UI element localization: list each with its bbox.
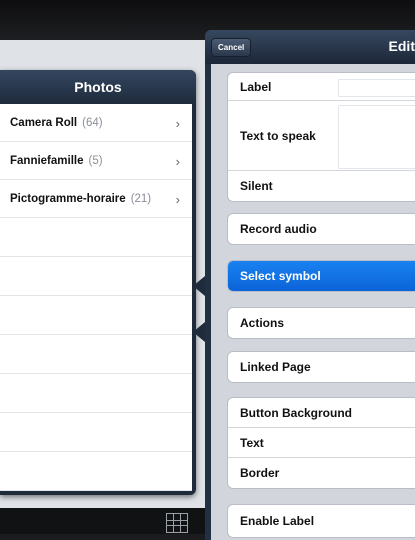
grid-icon[interactable] [166,513,188,533]
silent-label: Silent [240,179,273,193]
album-row-fanniefamille[interactable]: Fanniefamille (5) › [0,142,192,180]
button-background-label: Button Background [240,405,352,420]
empty-row [0,218,192,257]
label-input[interactable] [338,79,415,97]
select-symbol-label: Select symbol [240,269,321,283]
actions-row[interactable]: Actions [228,308,415,338]
text-to-speak-input[interactable] [338,105,415,169]
album-row-pictogramme-horaire[interactable]: Pictogramme-horaire (21) › [0,180,192,218]
empty-row [0,296,192,335]
appearance-group: Button Background Text Border [227,397,415,489]
select-symbol-group: Select symbol [227,260,415,292]
enable-label-row[interactable]: Enable Label [228,505,415,537]
album-count: (5) [88,154,103,167]
silent-row[interactable]: Silent [228,171,415,201]
record-audio-group: Record audio [227,213,415,245]
actions-group: Actions [227,307,415,339]
edit-header: Cancel Edit [205,30,415,64]
edit-form: Label Text to speak Silent Record audio … [211,64,415,540]
empty-row [0,374,192,413]
album-row-camera-roll[interactable]: Camera Roll (64) › [0,104,192,142]
photos-title: Photos [0,70,196,104]
album-name: Camera Roll [10,116,78,129]
record-audio-row[interactable]: Record audio [228,214,415,244]
label-row-label: Label [240,79,272,94]
button-background-row[interactable]: Button Background [228,398,415,428]
empty-row [0,413,192,452]
label-row[interactable]: Label [228,73,415,101]
album-name: Fanniefamille [10,154,84,167]
empty-row [0,335,192,374]
cancel-button[interactable]: Cancel [211,38,252,57]
chevron-right-icon: › [175,192,180,207]
popover-arrow [193,276,205,296]
empty-row [0,257,192,296]
label-group: Label Text to speak Silent [227,72,415,202]
popover-arrow [193,322,205,342]
linked-page-label: Linked Page [240,360,311,374]
enable-label-group: Enable Label [227,504,415,538]
photos-popover: Photos Camera Roll (64) › Fanniefamille … [0,70,196,495]
empty-row [0,452,192,491]
album-name: Pictogramme-horaire [10,192,126,205]
edit-title: Edit [388,38,415,54]
text-to-speak-row[interactable]: Text to speak [228,101,415,171]
border-label: Border [240,466,280,480]
album-list: Camera Roll (64) › Fanniefamille (5) › P… [0,104,192,491]
record-audio-label: Record audio [240,222,317,236]
text-to-speak-label: Text to speak [240,128,316,143]
album-count: (64) [82,116,103,129]
edit-popover: Cancel Edit Label Text to speak Silent R… [205,30,415,540]
album-count: (21) [130,192,152,205]
chevron-right-icon: › [175,116,180,131]
text-row[interactable]: Text [228,428,415,458]
chevron-right-icon: › [175,154,180,169]
select-symbol-row[interactable]: Select symbol [228,261,415,291]
border-row[interactable]: Border [228,458,415,488]
linked-page-group: Linked Page [227,351,415,383]
text-label: Text [240,435,264,450]
actions-label: Actions [240,316,285,330]
enable-label-label: Enable Label [240,514,315,528]
linked-page-row[interactable]: Linked Page [228,352,415,382]
